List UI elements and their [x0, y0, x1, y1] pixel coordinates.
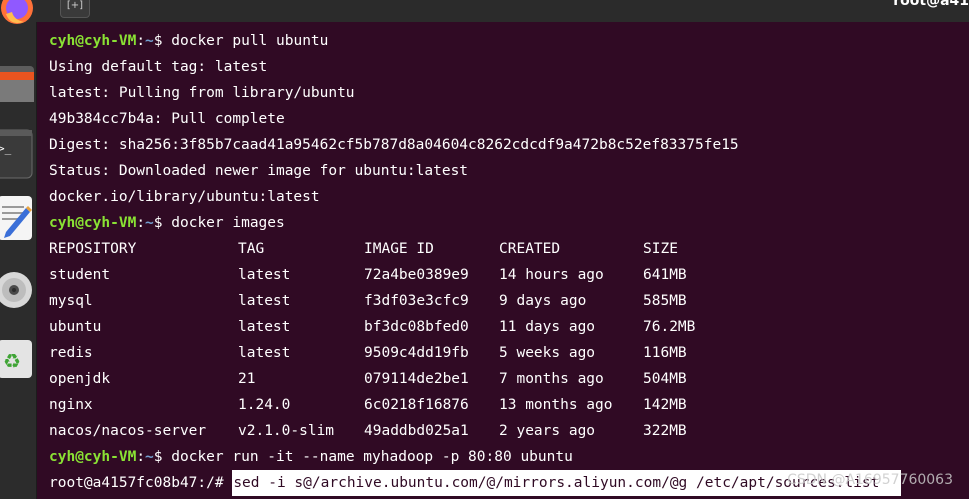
- prompt-line: cyh@cyh-VM:~$ docker run -it --name myha…: [49, 444, 969, 470]
- cell-image-id: 079114de2be1: [364, 371, 469, 387]
- cell-tag: latest: [238, 267, 291, 283]
- cell-size: 116MB: [643, 345, 687, 361]
- cell-size: 76.2MB: [643, 319, 696, 335]
- cell-image-id: 72a4be0389e9: [364, 267, 469, 283]
- terminal-icon: >_: [0, 129, 33, 179]
- disc-icon: [0, 272, 32, 308]
- table-row: mysql latest f3df03e3cfc9 9 days ago 585MB: [49, 288, 969, 314]
- output-line: latest: Pulling from library/ubuntu: [49, 85, 355, 101]
- column-header: TAG: [238, 241, 265, 257]
- command-text: docker images: [171, 215, 285, 231]
- images-table-header: REPOSITORY TAG IMAGE ID CREATED SIZE: [49, 236, 969, 262]
- cell-repository: mysql: [49, 293, 93, 309]
- prompt-line: cyh@cyh-VM:~$ docker images: [49, 210, 969, 236]
- cell-repository: ubuntu: [49, 319, 102, 335]
- cell-created: 13 months ago: [499, 397, 613, 413]
- prompt-symbol: $: [153, 33, 172, 49]
- cell-image-id: 6c0218f16876: [364, 397, 469, 413]
- text-editor-icon: [0, 196, 32, 240]
- prompt-path: ~: [145, 215, 154, 231]
- prompt-symbol: $: [153, 215, 172, 231]
- column-header: SIZE: [643, 241, 678, 257]
- dock: >_ ♻: [0, 0, 37, 499]
- cell-tag: latest: [238, 319, 291, 335]
- cell-image-id: 9509c4dd19fb: [364, 345, 469, 361]
- terminal-output[interactable]: cyh@cyh-VM:~$ docker pull ubuntu Using d…: [49, 28, 969, 496]
- cell-image-id: bf3dc08bfed0: [364, 319, 469, 335]
- new-tab-button[interactable]: [+]: [60, 0, 90, 18]
- cell-size: 504MB: [643, 371, 687, 387]
- cell-created: 9 days ago: [499, 293, 587, 309]
- output-line: docker.io/library/ubuntu:latest: [49, 189, 320, 205]
- firefox-icon: [1, 0, 33, 24]
- command-text: docker pull ubuntu: [171, 33, 329, 49]
- cell-size: 641MB: [643, 267, 687, 283]
- cell-size: 585MB: [643, 293, 687, 309]
- cell-created: 14 hours ago: [499, 267, 604, 283]
- cell-tag: 21: [238, 371, 256, 387]
- watermark: CSDN @A16957760063: [787, 472, 953, 488]
- svg-text:♻: ♻: [3, 349, 21, 373]
- cell-tag: latest: [238, 293, 291, 309]
- window-title: root@a41: [893, 0, 969, 9]
- prompt-user: cyh@cyh-VM: [49, 33, 137, 49]
- dock-item-terminal[interactable]: >_: [0, 128, 34, 180]
- command-text: docker run -it --name myhadoop -p 80:80 …: [171, 449, 573, 465]
- cell-repository: nacos/nacos-server: [49, 423, 207, 439]
- cell-size: 142MB: [643, 397, 687, 413]
- output-line: 49b384cc7b4a: Pull complete: [49, 111, 285, 127]
- dock-item-files[interactable]: [0, 60, 34, 106]
- cell-tag: 1.24.0: [238, 397, 291, 413]
- cell-repository: nginx: [49, 397, 93, 413]
- cell-created: 2 years ago: [499, 423, 596, 439]
- output-line: Using default tag: latest: [49, 59, 268, 75]
- table-row: nginx 1.24.0 6c0218f16876 13 months ago 142M…: [49, 392, 969, 418]
- dock-item-text-editor[interactable]: [0, 194, 34, 244]
- prompt-sep: :: [136, 215, 146, 231]
- cell-tag: latest: [238, 345, 291, 361]
- cell-created: 7 months ago: [499, 371, 604, 387]
- cell-image-id: f3df03e3cfc9: [364, 293, 469, 309]
- cell-size: 322MB: [643, 423, 687, 439]
- cell-image-id: 49addbd025a1: [364, 423, 469, 439]
- output-line: Digest: sha256:3f85b7caad41a95462cf5b787…: [49, 137, 739, 153]
- table-row: redis latest 9509c4dd19fb 5 weeks ago 116MB: [49, 340, 969, 366]
- column-header: REPOSITORY: [49, 241, 137, 257]
- cell-tag: v2.1.0-slim: [238, 423, 335, 439]
- table-row: student latest 72a4be0389e9 14 hours ago 641…: [49, 262, 969, 288]
- cell-repository: student: [49, 267, 111, 283]
- table-row: nacos/nacos-server v2.1.0-slim 49addbd025a…: [49, 418, 969, 444]
- table-row: ubuntu latest bf3dc08bfed0 11 days ago 76.2M…: [49, 314, 969, 340]
- cell-created: 11 days ago: [499, 319, 596, 335]
- prompt-path: ~: [145, 33, 154, 49]
- prompt-user: cyh@cyh-VM: [49, 449, 137, 465]
- root-prompt: root@a4157fc08b47:/#: [49, 475, 233, 491]
- prompt-symbol: $: [153, 449, 172, 465]
- prompt-sep: :: [136, 449, 146, 465]
- output-line: Status: Downloaded newer image for ubunt…: [49, 163, 469, 179]
- dock-item-trash[interactable]: ♻: [0, 334, 34, 384]
- cell-repository: openjdk: [49, 371, 111, 387]
- column-header: IMAGE ID: [364, 241, 434, 257]
- recycle-icon: ♻: [0, 340, 32, 378]
- cell-repository: redis: [49, 345, 93, 361]
- terminal-headerbar: [+] root@a41: [36, 0, 969, 22]
- prompt-path: ~: [145, 449, 154, 465]
- column-header: CREATED: [499, 241, 561, 257]
- table-row: openjdk 21 079114de2be1 7 months ago 504MB: [49, 366, 969, 392]
- svg-text:>_: >_: [0, 142, 12, 155]
- dock-item-disc[interactable]: [0, 266, 34, 316]
- folder-icon: [0, 66, 34, 102]
- dock-item-firefox[interactable]: [0, 0, 34, 32]
- prompt-sep: :: [136, 33, 146, 49]
- cell-created: 5 weeks ago: [499, 345, 596, 361]
- prompt-line: cyh@cyh-VM:~$ docker pull ubuntu: [49, 28, 969, 54]
- prompt-user: cyh@cyh-VM: [49, 215, 137, 231]
